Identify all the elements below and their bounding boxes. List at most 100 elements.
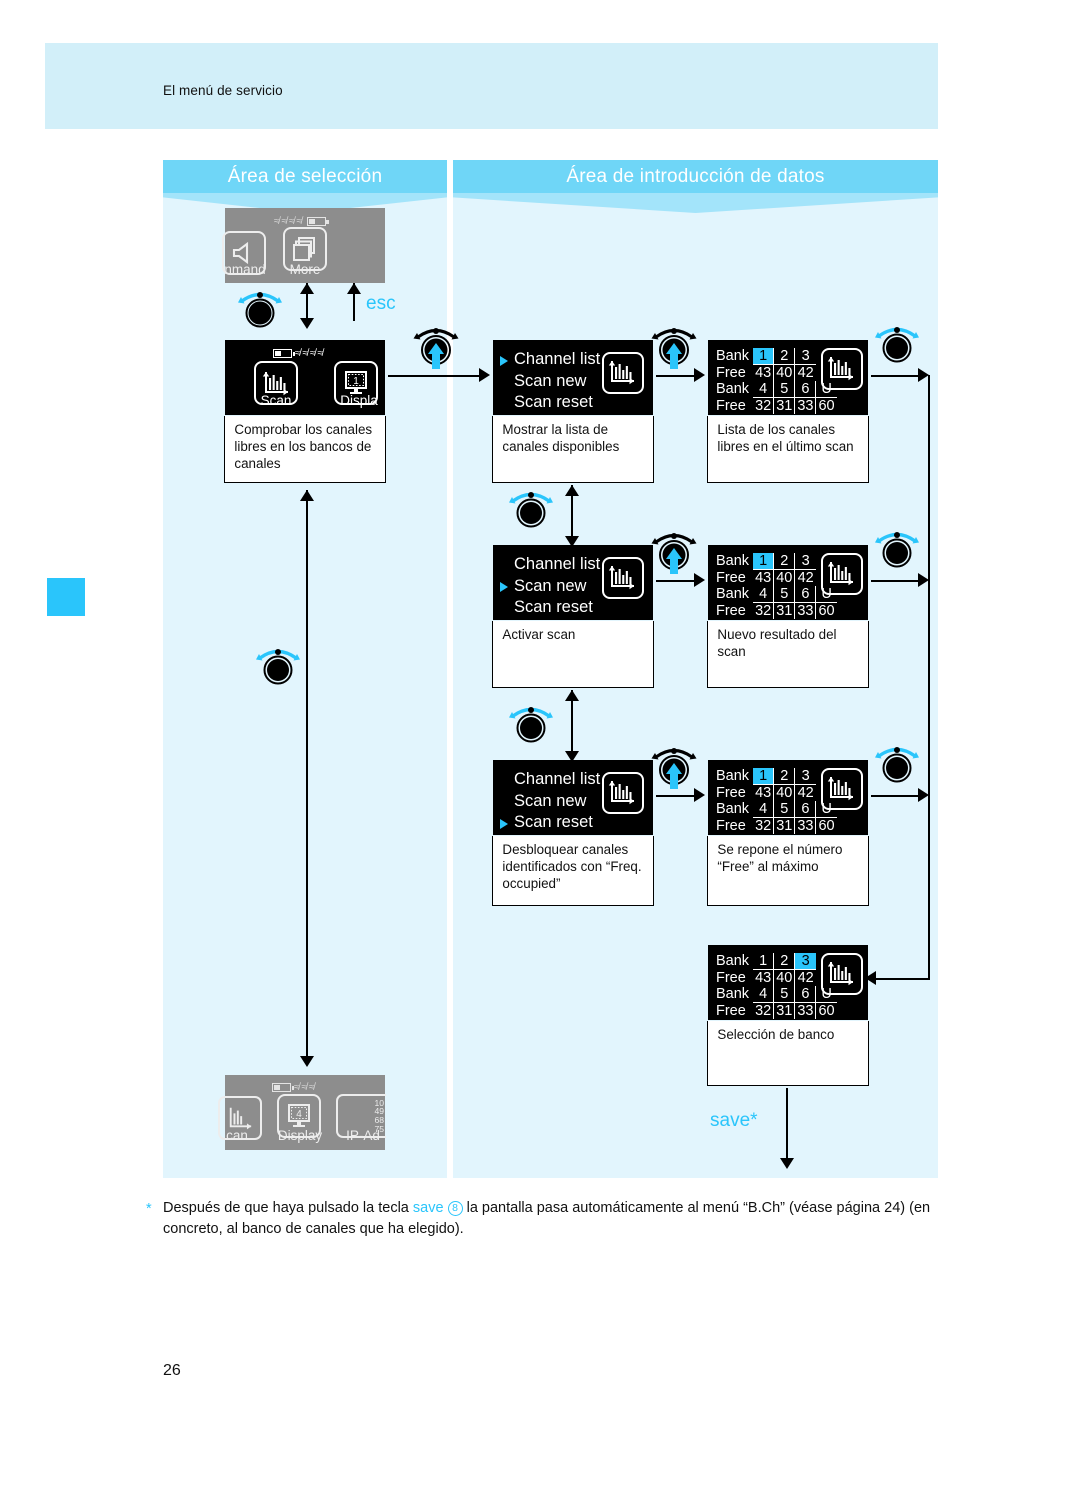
jog-wheel-press-icon[interactable]	[411, 323, 461, 369]
free-cell: 42	[794, 569, 816, 586]
table-row: Free 43 40 42	[714, 969, 837, 986]
free-label: Free	[716, 397, 746, 414]
free-cell: 43	[755, 785, 772, 801]
caption-bank-selection: Selección de banco	[707, 1021, 869, 1086]
free-cell: 40	[773, 969, 795, 986]
screen-bank-row-2: Bank 1 2 3 Free 43 40 42 Bank 4 5 6 U Fr…	[707, 545, 869, 688]
screen-scan-home: ≉≉≉≉ Scan 1 Displa Comprobar los canales…	[224, 340, 386, 483]
stacked-pages-glyph	[293, 237, 315, 261]
menu-item-scan-new[interactable]: Scan new	[498, 371, 600, 393]
connector-right-rail	[928, 375, 931, 980]
jog-turn-glyph	[256, 649, 300, 685]
menu-item-channel-list[interactable]: Channel list	[498, 349, 600, 371]
edge-tab-marker	[47, 578, 85, 616]
scan-chart-glyph	[827, 562, 853, 586]
free-label: Free	[716, 969, 746, 986]
bank-cell: 5	[773, 986, 795, 1003]
bank-label: Bank	[716, 348, 750, 365]
connector-menu1-to-bank1	[656, 375, 695, 378]
jog-wheel-turn-icon[interactable]	[235, 288, 285, 328]
tile-label-ip: IP-Ad	[346, 1128, 380, 1143]
bank-cell: 5	[773, 381, 795, 398]
jog-wheel-press-icon[interactable]	[649, 528, 699, 574]
arrowhead-down-a	[300, 318, 314, 329]
caption-bank-row-1: Lista de los canales libres en el último…	[707, 416, 869, 483]
caption-menu-row-1: Mostrar la lista de canales disponibles	[492, 416, 654, 483]
bank-table: Bank 1 2 3 Free 43 40 42 Bank 4 5 6 U Fr…	[714, 553, 837, 619]
jog-wheel-press-icon[interactable]	[649, 323, 699, 369]
free-label: Free	[716, 817, 746, 834]
menu-item-scan-reset[interactable]: Scan reset	[498, 812, 600, 834]
scan-chart-icon	[821, 768, 863, 810]
jog-wheel-turn-icon[interactable]	[253, 645, 303, 685]
caption-bank-row-2: Nuevo resultado del scan	[707, 621, 869, 688]
table-row: Bank 1 2 3	[714, 953, 837, 970]
bank-cell: 4	[753, 381, 774, 398]
bank-label: Bank	[716, 586, 750, 603]
bank-cell: 2	[773, 768, 795, 785]
jog-wheel-turn-icon[interactable]	[872, 528, 922, 568]
scan-chart-icon	[821, 348, 863, 390]
rf-bars-icon: ≉≉≉	[294, 1082, 317, 1093]
jog-wheel-turn-icon[interactable]	[506, 488, 556, 528]
bank-cell: 1	[753, 348, 774, 365]
bank-cell: 1	[753, 953, 774, 970]
jog-wheel-turn-icon[interactable]	[872, 323, 922, 363]
screen-top-inactive: ≉≉≉≉ nmand More	[222, 208, 385, 283]
battery-icon	[273, 349, 295, 358]
jog-turn-glyph	[509, 492, 553, 528]
bank-label: Bank	[716, 768, 750, 785]
svg-text:4: 4	[296, 1109, 302, 1120]
jog-wheel-turn-icon[interactable]	[506, 703, 556, 743]
bank-cell: 2	[773, 953, 795, 970]
scan-chart-glyph	[608, 361, 634, 385]
connector-menu3-to-bank3	[656, 795, 695, 798]
tile-label-scan: Scan	[260, 393, 292, 408]
bank-label: Bank	[716, 381, 750, 398]
scan-chart-glyph	[827, 962, 853, 986]
free-cell: 31	[773, 1002, 795, 1019]
tile-label-more: More	[289, 262, 321, 277]
free-cell: 40	[773, 569, 795, 586]
bank-table: Bank 1 2 3 Free 43 40 42 Bank 4 5 6 U Fr…	[714, 348, 837, 414]
scan-chart-glyph	[608, 566, 634, 590]
bank-cell: 5	[773, 801, 795, 818]
connector-menu2-to-bank2	[656, 580, 695, 583]
jog-turn-glyph	[875, 327, 919, 363]
menu-item-scan-new[interactable]: Scan new	[498, 576, 600, 598]
menu-list[interactable]: Channel list Scan new Scan reset	[498, 769, 600, 834]
bank-cell: 1	[753, 553, 774, 570]
jog-press-glyph	[651, 748, 697, 789]
jog-press-glyph	[413, 328, 459, 369]
table-row: Free 32 31 33 60	[714, 602, 837, 619]
free-label: Free	[716, 602, 746, 619]
menu-list[interactable]: Channel list Scan new Scan reset	[498, 349, 600, 414]
menu-list[interactable]: Channel list Scan new Scan reset	[498, 554, 600, 619]
jog-turn-glyph	[875, 747, 919, 783]
jog-wheel-turn-icon[interactable]	[872, 743, 922, 783]
table-row: Bank 1 2 3	[714, 553, 837, 570]
bank-label: Bank	[716, 553, 750, 570]
menu-item-scan-reset[interactable]: Scan reset	[498, 392, 600, 414]
bank-table: Bank 1 2 3 Free 43 40 42 Bank 4 5 6 U Fr…	[714, 953, 837, 1019]
bank-cell: 3	[794, 553, 816, 570]
tile-label-display: Displa	[340, 393, 378, 408]
free-cell: 33	[794, 1002, 816, 1019]
free-cell: 42	[794, 364, 816, 381]
free-cell: 33	[794, 602, 816, 619]
menu-item-channel-list[interactable]: Channel list	[498, 769, 600, 791]
free-cell: 43	[755, 570, 772, 586]
free-cell: 60	[815, 1002, 837, 1019]
bank-cell: 5	[773, 586, 795, 603]
menu-item-channel-list[interactable]: Channel list	[498, 554, 600, 576]
menu-item-scan-reset[interactable]: Scan reset	[498, 597, 600, 619]
bank-cell: 6	[794, 586, 816, 603]
scan-chart-icon	[821, 553, 863, 595]
screen-menu-row-1: Channel list Scan new Scan reset Mostrar…	[492, 340, 654, 483]
free-cell: 43	[755, 970, 772, 986]
menu-item-scan-new[interactable]: Scan new	[498, 791, 600, 813]
jog-turn-glyph	[875, 532, 919, 568]
jog-wheel-press-icon[interactable]	[649, 743, 699, 789]
connector-home-to-menu1	[388, 375, 480, 378]
jog-press-glyph	[651, 533, 697, 574]
